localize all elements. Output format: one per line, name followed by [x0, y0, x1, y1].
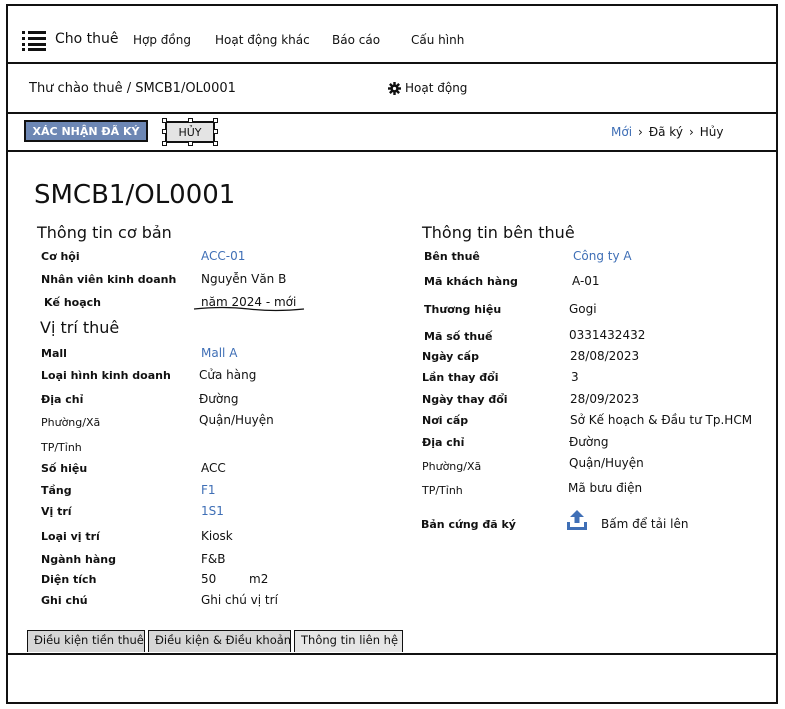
tab-contact-info[interactable]: Thông tin liên hệ	[294, 630, 403, 652]
nav-other-activities[interactable]: Hoạt động khác	[215, 33, 310, 47]
area-value: 50	[201, 572, 217, 586]
upload-link[interactable]: Bấm để tải lên	[601, 517, 688, 531]
document-title: SMCB1/OL0001	[34, 180, 236, 210]
tax-code-label: Mã số thuế	[424, 330, 493, 343]
change-count-value: 3	[571, 370, 579, 384]
signed-copy-label: Bản cứng đã ký	[421, 518, 516, 531]
note-value: Ghi chú vị trí	[201, 593, 278, 607]
business-type-label: Loại hình kinh doanh	[41, 369, 171, 382]
chevron-right-icon: ›	[688, 125, 694, 139]
tab-divider	[6, 653, 778, 655]
status-cancelled[interactable]: Hủy	[700, 125, 724, 139]
action-bar: XÁC NHẬN ĐÃ KÝ HỦY Mới › Đã ký › Hủy	[8, 114, 776, 152]
actions-label: Hoạt động	[405, 81, 468, 95]
address-label: Địa chỉ	[41, 393, 84, 406]
selection-handle	[188, 141, 193, 146]
position-link[interactable]: 1S1	[201, 504, 224, 518]
tab-terms-conditions[interactable]: Điều kiện & Điều khoản	[148, 630, 291, 652]
nav-contracts[interactable]: Hợp đồng	[133, 33, 191, 47]
floor-label: Tầng	[41, 484, 72, 497]
district-value: Quận/Huyện	[199, 413, 274, 427]
app-title[interactable]: Cho thuê	[55, 31, 119, 47]
location-title: Vị trí thuê	[40, 318, 120, 337]
industry-label: Ngành hàng	[41, 553, 116, 566]
top-navbar: Cho thuê Hợp đồng Hoạt động khác Báo cáo…	[8, 6, 776, 64]
salesperson-label: Nhân viên kinh doanh	[41, 273, 177, 286]
tenant-info-title: Thông tin bên thuê	[422, 223, 575, 242]
tenant-district-value: Quận/Huyện	[569, 456, 644, 470]
selection-handle	[213, 141, 218, 146]
mall-label: Mall	[41, 347, 67, 360]
number-value: ACC	[201, 461, 226, 475]
issuer-label: Nơi cấp	[422, 414, 469, 427]
change-date-label: Ngày thay đổi	[422, 393, 508, 406]
brand-label: Thương hiệu	[424, 303, 502, 316]
nav-reports[interactable]: Báo cáo	[332, 33, 380, 47]
chevron-right-icon: ›	[638, 125, 643, 139]
issue-date-label: Ngày cấp	[422, 350, 479, 363]
status-bar: Mới › Đã ký › Hủy	[611, 125, 723, 139]
area-unit: m2	[249, 572, 269, 586]
ward-label: Phường/Xã	[41, 416, 101, 429]
app-window: Cho thuê Hợp đồng Hoạt động khác Báo cáo…	[6, 4, 778, 704]
tenant-ward-label: Phường/Xã	[422, 460, 482, 473]
tax-code-value: 0331432432	[569, 328, 646, 342]
customer-code-label: Mã khách hàng	[424, 275, 518, 288]
tenant-label: Bên thuê	[424, 250, 480, 263]
position-label: Vị trí	[41, 505, 72, 518]
status-signed[interactable]: Đã ký	[649, 125, 683, 139]
gear-icon	[388, 81, 401, 95]
number-label: Số hiệu	[41, 462, 88, 475]
status-new[interactable]: Mới	[611, 125, 632, 139]
menu-icon[interactable]	[22, 31, 46, 51]
selection-handle	[162, 129, 167, 134]
street-value: Đường	[199, 392, 239, 406]
tenant-link[interactable]: Công ty A	[573, 249, 632, 263]
note-label: Ghi chú	[41, 594, 88, 607]
province-label: TP/Tỉnh	[41, 441, 82, 454]
cancel-button[interactable]: HỦY	[165, 121, 215, 143]
opportunity-link[interactable]: ACC-01	[201, 249, 245, 263]
selection-handle	[162, 118, 167, 123]
selection-handle	[213, 118, 218, 123]
tenant-address-label: Địa chỉ	[422, 436, 465, 449]
selection-handle	[162, 141, 167, 146]
issue-date-value: 28/08/2023	[570, 349, 640, 363]
basic-info-title: Thông tin cơ bản	[37, 223, 172, 242]
area-label: Diện tích	[41, 573, 97, 586]
customer-code-value: A-01	[572, 274, 600, 288]
floor-link[interactable]: F1	[201, 483, 216, 497]
confirm-signed-button[interactable]: XÁC NHẬN ĐÃ KÝ	[24, 120, 148, 142]
position-type-value: Kiosk	[201, 529, 233, 543]
upload-icon[interactable]	[565, 508, 589, 532]
change-date-value: 28/09/2023	[570, 392, 640, 406]
brand-value: Gogi	[569, 302, 597, 316]
mall-link[interactable]: Mall A	[201, 346, 237, 360]
selection-handle	[213, 129, 218, 134]
plan-label: Kế hoạch	[44, 296, 101, 309]
breadcrumb[interactable]: Thư chào thuê / SMCB1/OL0001	[29, 81, 236, 96]
issuer-value: Sở Kế hoạch & Đầu tư Tp.HCM	[570, 413, 753, 427]
opportunity-label: Cơ hội	[41, 250, 80, 263]
plan-underline	[193, 306, 305, 312]
selection-handle	[188, 118, 193, 123]
actions-menu[interactable]: Hoạt động	[388, 81, 467, 95]
position-type-label: Loại vị trí	[41, 530, 100, 543]
tenant-street-value: Đường	[569, 435, 609, 449]
postal-code-value: Mã bưu điện	[568, 481, 643, 495]
nav-configuration[interactable]: Cấu hình	[411, 33, 464, 47]
salesperson-value: Nguyễn Văn B	[201, 272, 287, 286]
tab-rent-conditions[interactable]: Điều kiện tiền thuê	[27, 630, 145, 652]
industry-value: F&B	[201, 552, 226, 566]
change-count-label: Lần thay đổi	[422, 371, 499, 384]
business-type-value: Cửa hàng	[199, 368, 257, 382]
breadcrumb-bar: Thư chào thuê / SMCB1/OL0001 Hoạt động	[8, 64, 776, 114]
tenant-province-label: TP/Tỉnh	[422, 484, 463, 497]
